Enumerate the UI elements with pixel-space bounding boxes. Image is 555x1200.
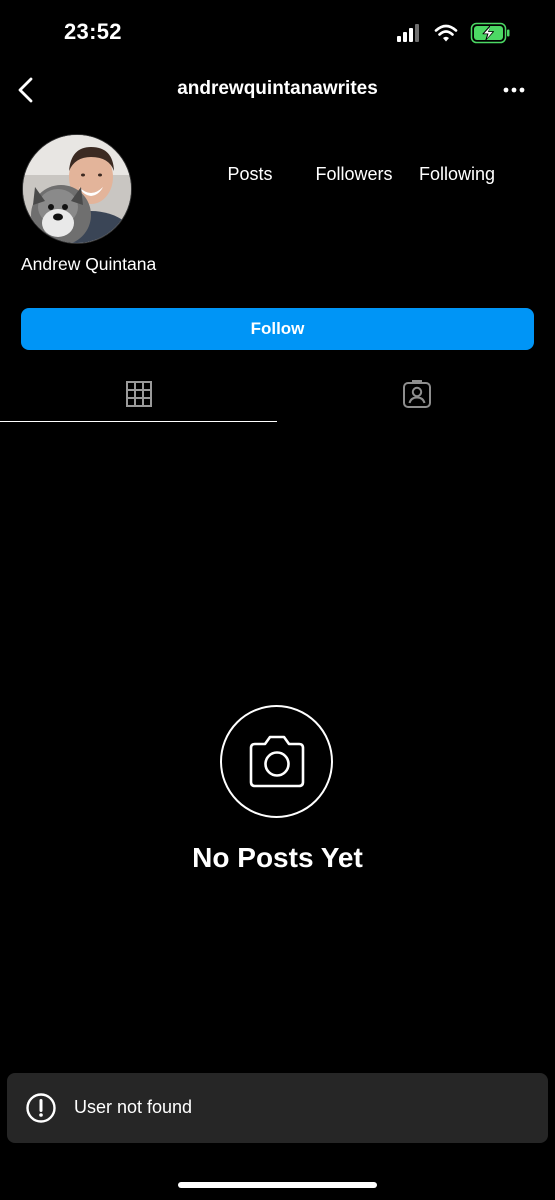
status-time: 23:52 xyxy=(64,19,122,44)
profile-username: andrewquintanawrites xyxy=(177,78,378,99)
tab-posts-grid[interactable] xyxy=(0,366,277,422)
grid-icon xyxy=(125,380,152,407)
more-horizontal-icon xyxy=(503,87,525,93)
stat-posts[interactable]: Posts xyxy=(200,164,300,185)
alert-circle-icon xyxy=(26,1093,56,1123)
battery-charging-icon xyxy=(470,22,510,44)
more-options-button[interactable] xyxy=(499,80,529,100)
home-indicator[interactable] xyxy=(178,1182,377,1188)
empty-state-camera xyxy=(220,705,333,818)
follow-button[interactable]: Follow xyxy=(21,308,534,350)
camera-icon xyxy=(249,735,304,787)
empty-state-title: No Posts Yet xyxy=(192,842,363,873)
stat-following[interactable]: Following xyxy=(407,164,507,185)
tagged-person-icon xyxy=(402,380,431,408)
avatar[interactable] xyxy=(22,134,132,244)
signal-icon xyxy=(397,24,419,42)
display-name: Andrew Quintana xyxy=(21,254,157,274)
wifi-icon xyxy=(434,24,458,42)
tab-tagged[interactable] xyxy=(278,366,555,422)
avatar-photo xyxy=(23,135,131,243)
stat-followers[interactable]: Followers xyxy=(303,164,405,185)
status-icons xyxy=(397,22,515,44)
toast-notification: User not found xyxy=(7,1073,548,1143)
toast-message: User not found xyxy=(74,1097,193,1117)
